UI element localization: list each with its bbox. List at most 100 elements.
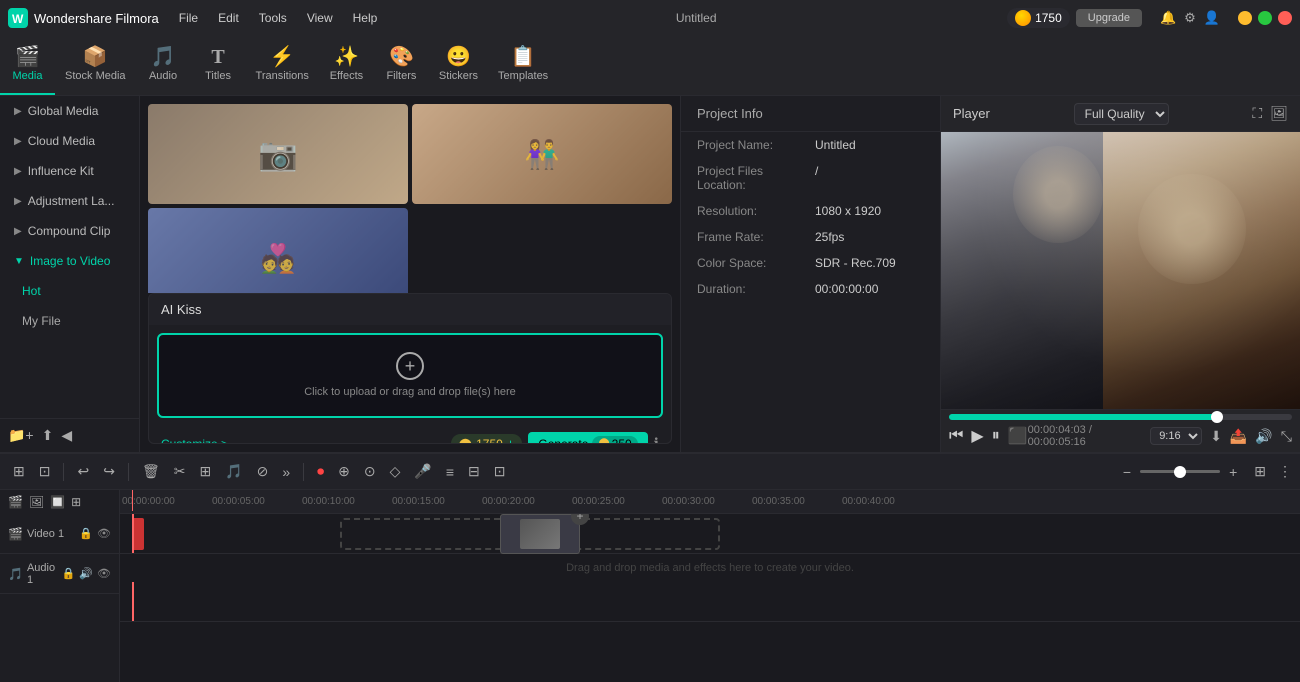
layout-grid-button[interactable]: ⊞ [1254,463,1266,480]
snapshot-icon[interactable]: 🖼 [1270,105,1288,122]
fullscreen-icon[interactable]: ⛶ [1252,105,1262,122]
timeline-toolbar: ⊞ ⊡ ↩ ↪ 🗑 ✂ ⊞ 🎵 ⊘ » ⏺ ⊕ ⊙ ◇ 🎤 ≡ ⊟ ⊡ − + … [0,454,1300,490]
menu-view[interactable]: View [299,9,341,27]
frame-rate-value: 25fps [815,230,844,244]
toolbar-magnet-btn[interactable]: ⊡ [34,460,56,483]
notifications-icon[interactable]: 🔔 [1160,10,1176,26]
panel-item-my-file[interactable]: My File [0,306,139,336]
player-controls: ⏮ ▶ ⏸ ⬛ 00:00:04:03 / 00:00:05:16 9:16 ⬇… [941,409,1300,452]
play-button[interactable]: ▶ [971,426,983,446]
settings-icon[interactable]: ⚙ [1184,10,1196,26]
panel-item-global-media[interactable]: ▶ Global Media [0,96,139,126]
panel-item-adjustment[interactable]: ▶ Adjustment La... [0,186,139,216]
add-track-photo-btn[interactable]: 🖼 [29,495,44,509]
panel-item-cloud-media[interactable]: ▶ Cloud Media [0,126,139,156]
add-track-video-btn[interactable]: 🎬 [8,495,23,509]
tab-audio[interactable]: 🎵 Audio [136,36,191,95]
tab-stock-media[interactable]: 📦 Stock Media [55,36,136,95]
progress-bar[interactable] [949,414,1292,420]
add-folder-button[interactable]: 📁+ [8,427,34,444]
transitions-icon: ⚡ [270,47,295,67]
drag-item[interactable]: + [500,514,580,554]
audio-lock-btn[interactable]: 🔒 [62,567,76,580]
cut-button[interactable]: ✂ [169,460,191,483]
audio-extract-btn[interactable]: 🎵 [220,460,247,483]
maximize-button[interactable] [1258,11,1272,25]
panel-item-hot[interactable]: Hot [0,276,139,306]
panel-item-compound[interactable]: ▶ Compound Clip [0,216,139,246]
tab-templates[interactable]: 📋 Templates [488,36,558,95]
share-icon[interactable]: 📤 [1230,428,1247,445]
speed-btn[interactable]: ⊙ [359,460,381,483]
color-match-btn[interactable]: ⊟ [463,460,485,483]
minimize-button[interactable] [1238,11,1252,25]
more-btn[interactable]: » [277,461,295,483]
tab-transitions[interactable]: ⚡ Transitions [246,36,319,95]
control-row: ⏮ ▶ ⏸ ⬛ 00:00:04:03 / 00:00:05:16 9:16 ⬇… [949,424,1292,448]
undo-button[interactable]: ↩ [72,460,94,483]
audio-mute-btn[interactable]: 🔊 [79,567,93,580]
titlebar: W Wondershare Filmora File Edit Tools Vi… [0,0,1300,36]
player-icons: ⛶ 🖼 [1252,105,1288,122]
coins-badge[interactable]: 1750 [1007,8,1070,28]
delete-button[interactable]: 🗑 [137,460,165,483]
bottom-section: ⊞ ⊡ ↩ ↪ 🗑 ✂ ⊞ 🎵 ⊘ » ⏺ ⊕ ⊙ ◇ 🎤 ≡ ⊟ ⊡ − + … [0,452,1300,682]
add-track-sticker-btn[interactable]: 🔲 [50,495,65,509]
panel-item-image-to-video[interactable]: ▼ Image to Video [0,246,139,276]
info-icon[interactable]: ℹ [654,435,659,444]
keyframe-btn[interactable]: ◇ [385,460,406,483]
mic-btn[interactable]: 🎤 [409,460,436,483]
trim-btn[interactable]: ⊡ [489,460,511,483]
add-track-pip-btn[interactable]: ⊞ [71,495,81,509]
split-audio-btn[interactable]: ⊘ [252,460,274,483]
copy-button[interactable]: ⊞ [194,460,216,483]
tab-effects[interactable]: ✨ Effects [319,36,374,95]
track-eye-btn[interactable]: 👁 [97,527,111,540]
user-icon[interactable]: 👤 [1204,10,1220,26]
toolbar-snap-btn[interactable]: ⊞ [8,460,30,483]
couple-photo [941,132,1300,409]
compound-label: Compound Clip [28,224,111,238]
track-lock-btn[interactable]: 🔒 [79,527,93,540]
media-thumb-2[interactable]: 👫 [412,104,672,204]
quality-select[interactable]: Full Quality [1074,103,1169,125]
tab-stickers[interactable]: 😀 Stickers [429,36,488,95]
close-button[interactable] [1278,11,1292,25]
zoom-fit-icon[interactable]: ⤡ [1281,428,1292,445]
audio-eye-btn[interactable]: 👁 [97,567,111,580]
layout-more-button[interactable]: ⋮ [1278,463,1292,480]
tab-filters[interactable]: 🎨 Filters [374,36,429,95]
tab-titles[interactable]: T Titles [191,36,246,95]
render-icon[interactable]: ⬇ [1210,428,1222,445]
zoom-out-button[interactable]: − [1118,461,1136,483]
video-track-header: 🎬 Video 1 🔒 👁 [0,514,119,554]
media-thumb-1[interactable]: 📷 [148,104,408,204]
zoom-in-button[interactable]: + [1224,461,1242,483]
collapse-panel-button[interactable]: ◀ [61,427,72,444]
menu-tools[interactable]: Tools [251,9,295,27]
skip-back-button[interactable]: ⏮ [949,427,963,445]
record-btn[interactable]: ⏺ [312,460,329,483]
chevron-right-icon-3: ▶ [14,166,22,177]
captions-btn[interactable]: ≡ [441,461,459,483]
menu-file[interactable]: File [171,9,206,27]
volume-icon[interactable]: 🔊 [1255,428,1272,445]
zoom-slider[interactable] [1140,470,1220,473]
menu-edit[interactable]: Edit [210,9,247,27]
upgrade-button[interactable]: Upgrade [1076,9,1142,27]
generate-button[interactable]: Generate ⬤ 250 [528,432,647,444]
motion-btn[interactable]: ⊕ [333,460,355,483]
audio-icon: 🎵 [151,47,176,67]
customize-link[interactable]: Customize > [161,437,228,444]
loop-button[interactable]: ⬛ [1008,426,1028,446]
aspect-ratio-select[interactable]: 9:16 [1150,427,1202,445]
media-thumb-3[interactable]: 💑 [148,208,408,293]
add-coins-icon[interactable]: + [507,436,515,444]
ai-kiss-upload-zone[interactable]: + Click to upload or drag and drop file(… [157,333,663,418]
import-button[interactable]: ⬆ [42,427,54,444]
panel-item-influence-kit[interactable]: ▶ Influence Kit [0,156,139,186]
redo-button[interactable]: ↪ [98,460,120,483]
menu-help[interactable]: Help [345,9,386,27]
tab-media[interactable]: 🎬 Media [0,36,55,95]
pause-button[interactable]: ⏸ [992,427,1000,445]
